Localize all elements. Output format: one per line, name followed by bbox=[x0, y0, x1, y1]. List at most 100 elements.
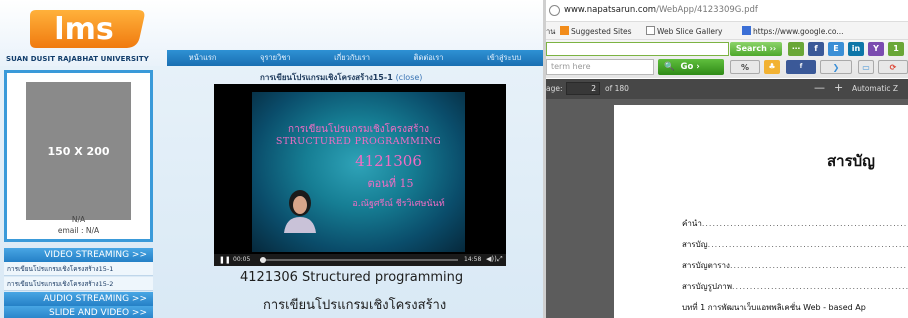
seek-handle[interactable] bbox=[260, 257, 266, 263]
toc-heading: สารบัญ bbox=[827, 152, 875, 170]
twitter-icon[interactable]: ❯ bbox=[820, 60, 852, 74]
video-streaming-header[interactable]: VIDEO STREAMING >> bbox=[4, 248, 153, 262]
toc-leader: ........................................… bbox=[701, 219, 908, 228]
page-total: of 180 bbox=[605, 84, 629, 93]
globe-icon bbox=[549, 5, 560, 16]
video-screen[interactable]: การเขียนโปรแกรมเชิงโครงสร้าง STRUCTURED … bbox=[252, 92, 465, 252]
slide-course-code: 4121306 bbox=[355, 152, 422, 170]
zoom-select[interactable]: Automatic Z bbox=[852, 84, 898, 93]
search-input[interactable]: term here bbox=[546, 59, 654, 75]
page-number-input[interactable]: 2 bbox=[566, 82, 600, 95]
lms-logo[interactable]: lms bbox=[22, 6, 152, 52]
close-video-link[interactable]: (close) bbox=[396, 73, 423, 82]
pdf-toolbar: age: 2 of 180 — + Automatic Z bbox=[546, 79, 908, 99]
favorite-google[interactable]: https://www.google.co... bbox=[742, 26, 844, 36]
profile-photo-placeholder: 150 X 200 bbox=[26, 82, 131, 220]
percent-icon[interactable]: % bbox=[730, 60, 760, 74]
toc-entry: สารบัญตาราง.............................… bbox=[682, 259, 908, 272]
video-title-text: การเขียนโปรแกรมเชิงโครงสร้าง15-1 bbox=[260, 73, 393, 82]
profile-name: N/A bbox=[71, 215, 86, 224]
slide-and-video-header[interactable]: SLIDE AND VIDEO >> bbox=[4, 306, 153, 318]
slide-text-thai: การเขียนโปรแกรมเชิงโครงสร้าง bbox=[288, 124, 429, 135]
slide-text-english: STRUCTURED PROGRAMMING bbox=[275, 136, 442, 147]
fullscreen-icon[interactable]: ⤢ bbox=[497, 255, 503, 264]
toc-leader: ........................................… bbox=[729, 261, 908, 270]
toc-entry-label: สารบัญรูปภาพ bbox=[682, 282, 732, 291]
favorite-suggested-sites[interactable]: Suggested Sites bbox=[560, 26, 632, 36]
main-nav: หน้าแรก จุรายวิชา เกี่ยวกับเรา ติดต่อเรา… bbox=[167, 50, 543, 66]
address-bar[interactable]: www.napatsarun.com/WebApp/4123309G.pdf bbox=[546, 0, 908, 22]
window-icon[interactable]: ▭ bbox=[858, 60, 874, 74]
toolbar-search-field[interactable] bbox=[546, 42, 729, 56]
toolbar-icon[interactable]: ⋯ bbox=[788, 42, 804, 56]
nav-home[interactable]: หน้าแรก bbox=[189, 52, 217, 64]
toc-leader: ........................................… bbox=[707, 240, 908, 249]
toc-leader: ........................................… bbox=[731, 282, 908, 291]
search-placeholder: term here bbox=[551, 62, 591, 71]
profile-card: 150 X 200 N/A email : N/A bbox=[4, 70, 153, 242]
photo-size-label: 150 X 200 bbox=[47, 144, 110, 158]
university-name: SUAN DUSIT RAJABHAT UNIVERSITY bbox=[6, 55, 149, 63]
toc-entry: บทที่ 1 การพัฒนาเว็บแอพพลิเคชั่น Web - b… bbox=[682, 301, 866, 314]
lms-header: lms SUAN DUSIT RAJABHAT UNIVERSITY หน้าแ… bbox=[0, 0, 543, 66]
toc-entry: สารบัญ..................................… bbox=[682, 238, 908, 251]
audio-streaming-header[interactable]: AUDIO STREAMING >> bbox=[4, 292, 153, 306]
favorites-label: าน bbox=[546, 27, 556, 36]
page-label: age: bbox=[546, 84, 563, 93]
search-button[interactable]: Search ›› bbox=[730, 42, 782, 56]
seek-bar[interactable] bbox=[260, 257, 458, 263]
lms-page: lms SUAN DUSIT RAJABHAT UNIVERSITY หน้าแ… bbox=[0, 0, 543, 318]
presenter-avatar bbox=[284, 190, 316, 233]
toc-entry-label: สารบัญตาราง bbox=[682, 261, 730, 270]
current-time: 00:05 bbox=[233, 256, 251, 263]
zoom-out-button[interactable]: — bbox=[814, 81, 825, 94]
refresh-icon[interactable]: ⟳ bbox=[878, 60, 908, 74]
toc-entry: คำนำ....................................… bbox=[682, 217, 908, 230]
url-domain: www.napatsarun.com bbox=[564, 5, 657, 15]
person-icon[interactable]: ♣ bbox=[764, 60, 780, 74]
nav-contact[interactable]: ติดต่อเรา bbox=[414, 52, 444, 64]
toolbar-icon[interactable]: 1 bbox=[888, 42, 904, 56]
video-controls: ❚❚ 00:05 14:58 ◀)) ⤢ bbox=[214, 254, 506, 266]
favorite-web-slice-gallery[interactable]: Web Slice Gallery bbox=[646, 26, 723, 36]
url-text[interactable]: www.napatsarun.com/WebApp/4123309G.pdf bbox=[564, 5, 758, 15]
nav-login[interactable]: เข้าสู่ระบบ bbox=[487, 52, 521, 64]
favorite-label: Web Slice Gallery bbox=[657, 27, 723, 36]
web-slice-icon bbox=[646, 26, 655, 35]
video-player[interactable]: การเขียนโปรแกรมเชิงโครงสร้าง STRUCTURED … bbox=[214, 84, 506, 266]
volume-icon[interactable]: ◀)) bbox=[486, 255, 497, 263]
nav-about[interactable]: เกี่ยวกับเรา bbox=[334, 52, 370, 64]
video-list-item[interactable]: การเขียนโปรแกรมเชิงโครงสร้าง15-1 bbox=[4, 262, 153, 276]
browser-window: www.napatsarun.com/WebApp/4123309G.pdf า… bbox=[543, 0, 908, 318]
favorites-bar: าน Suggested Sites Web Slice Gallery htt… bbox=[546, 22, 908, 40]
go-button-label: Go bbox=[680, 62, 694, 72]
video-title: การเขียนโปรแกรมเชิงโครงสร้าง15-1 (close) bbox=[260, 71, 422, 84]
favorite-label: Suggested Sites bbox=[571, 27, 632, 36]
pause-icon[interactable]: ❚❚ bbox=[219, 256, 231, 264]
toolbar-area: Search ›› ⋯ f E in Y 1 term here 🔍 Go › … bbox=[546, 40, 908, 78]
favorite-label: https://www.google.co... bbox=[753, 27, 844, 36]
video-list-item[interactable]: การเขียนโปรแกรมเชิงโครงสร้าง15-2 bbox=[4, 277, 153, 291]
lms-logo-text: lms bbox=[54, 12, 113, 47]
yahoo-icon[interactable]: Y bbox=[868, 42, 884, 56]
course-title-thai: การเขียนโปรแกรมเชิงโครงสร้าง bbox=[263, 298, 447, 313]
tool-icon[interactable]: E bbox=[828, 42, 844, 56]
google-favorite-icon bbox=[742, 26, 751, 35]
zoom-in-button[interactable]: + bbox=[834, 81, 843, 94]
facebook-icon[interactable]: f bbox=[808, 42, 824, 56]
search-button-label: Search bbox=[735, 44, 767, 53]
go-button[interactable]: 🔍 Go › bbox=[658, 59, 724, 75]
suggested-sites-icon bbox=[560, 26, 569, 35]
url-path: /WebApp/4123309G.pdf bbox=[656, 5, 758, 15]
profile-email: email : N/A bbox=[57, 226, 100, 235]
course-title-english: 4121306 Structured programming bbox=[240, 270, 464, 285]
facebook-button[interactable]: f bbox=[786, 60, 816, 74]
total-time: 14:58 bbox=[464, 256, 482, 263]
pdf-viewer[interactable]: สารบัญ คำนำ.............................… bbox=[546, 99, 908, 318]
linkedin-icon[interactable]: in bbox=[848, 42, 864, 56]
toc-entry: สารบัญรูปภาพ............................… bbox=[682, 280, 908, 293]
pdf-page: สารบัญ คำนำ.............................… bbox=[614, 105, 908, 318]
toc-entry-label: คำนำ bbox=[682, 219, 702, 228]
toc-entry-label: บทที่ 1 การพัฒนาเว็บแอพพลิเคชั่น Web - b… bbox=[682, 303, 866, 312]
nav-courses[interactable]: จุรายวิชา bbox=[260, 52, 291, 64]
